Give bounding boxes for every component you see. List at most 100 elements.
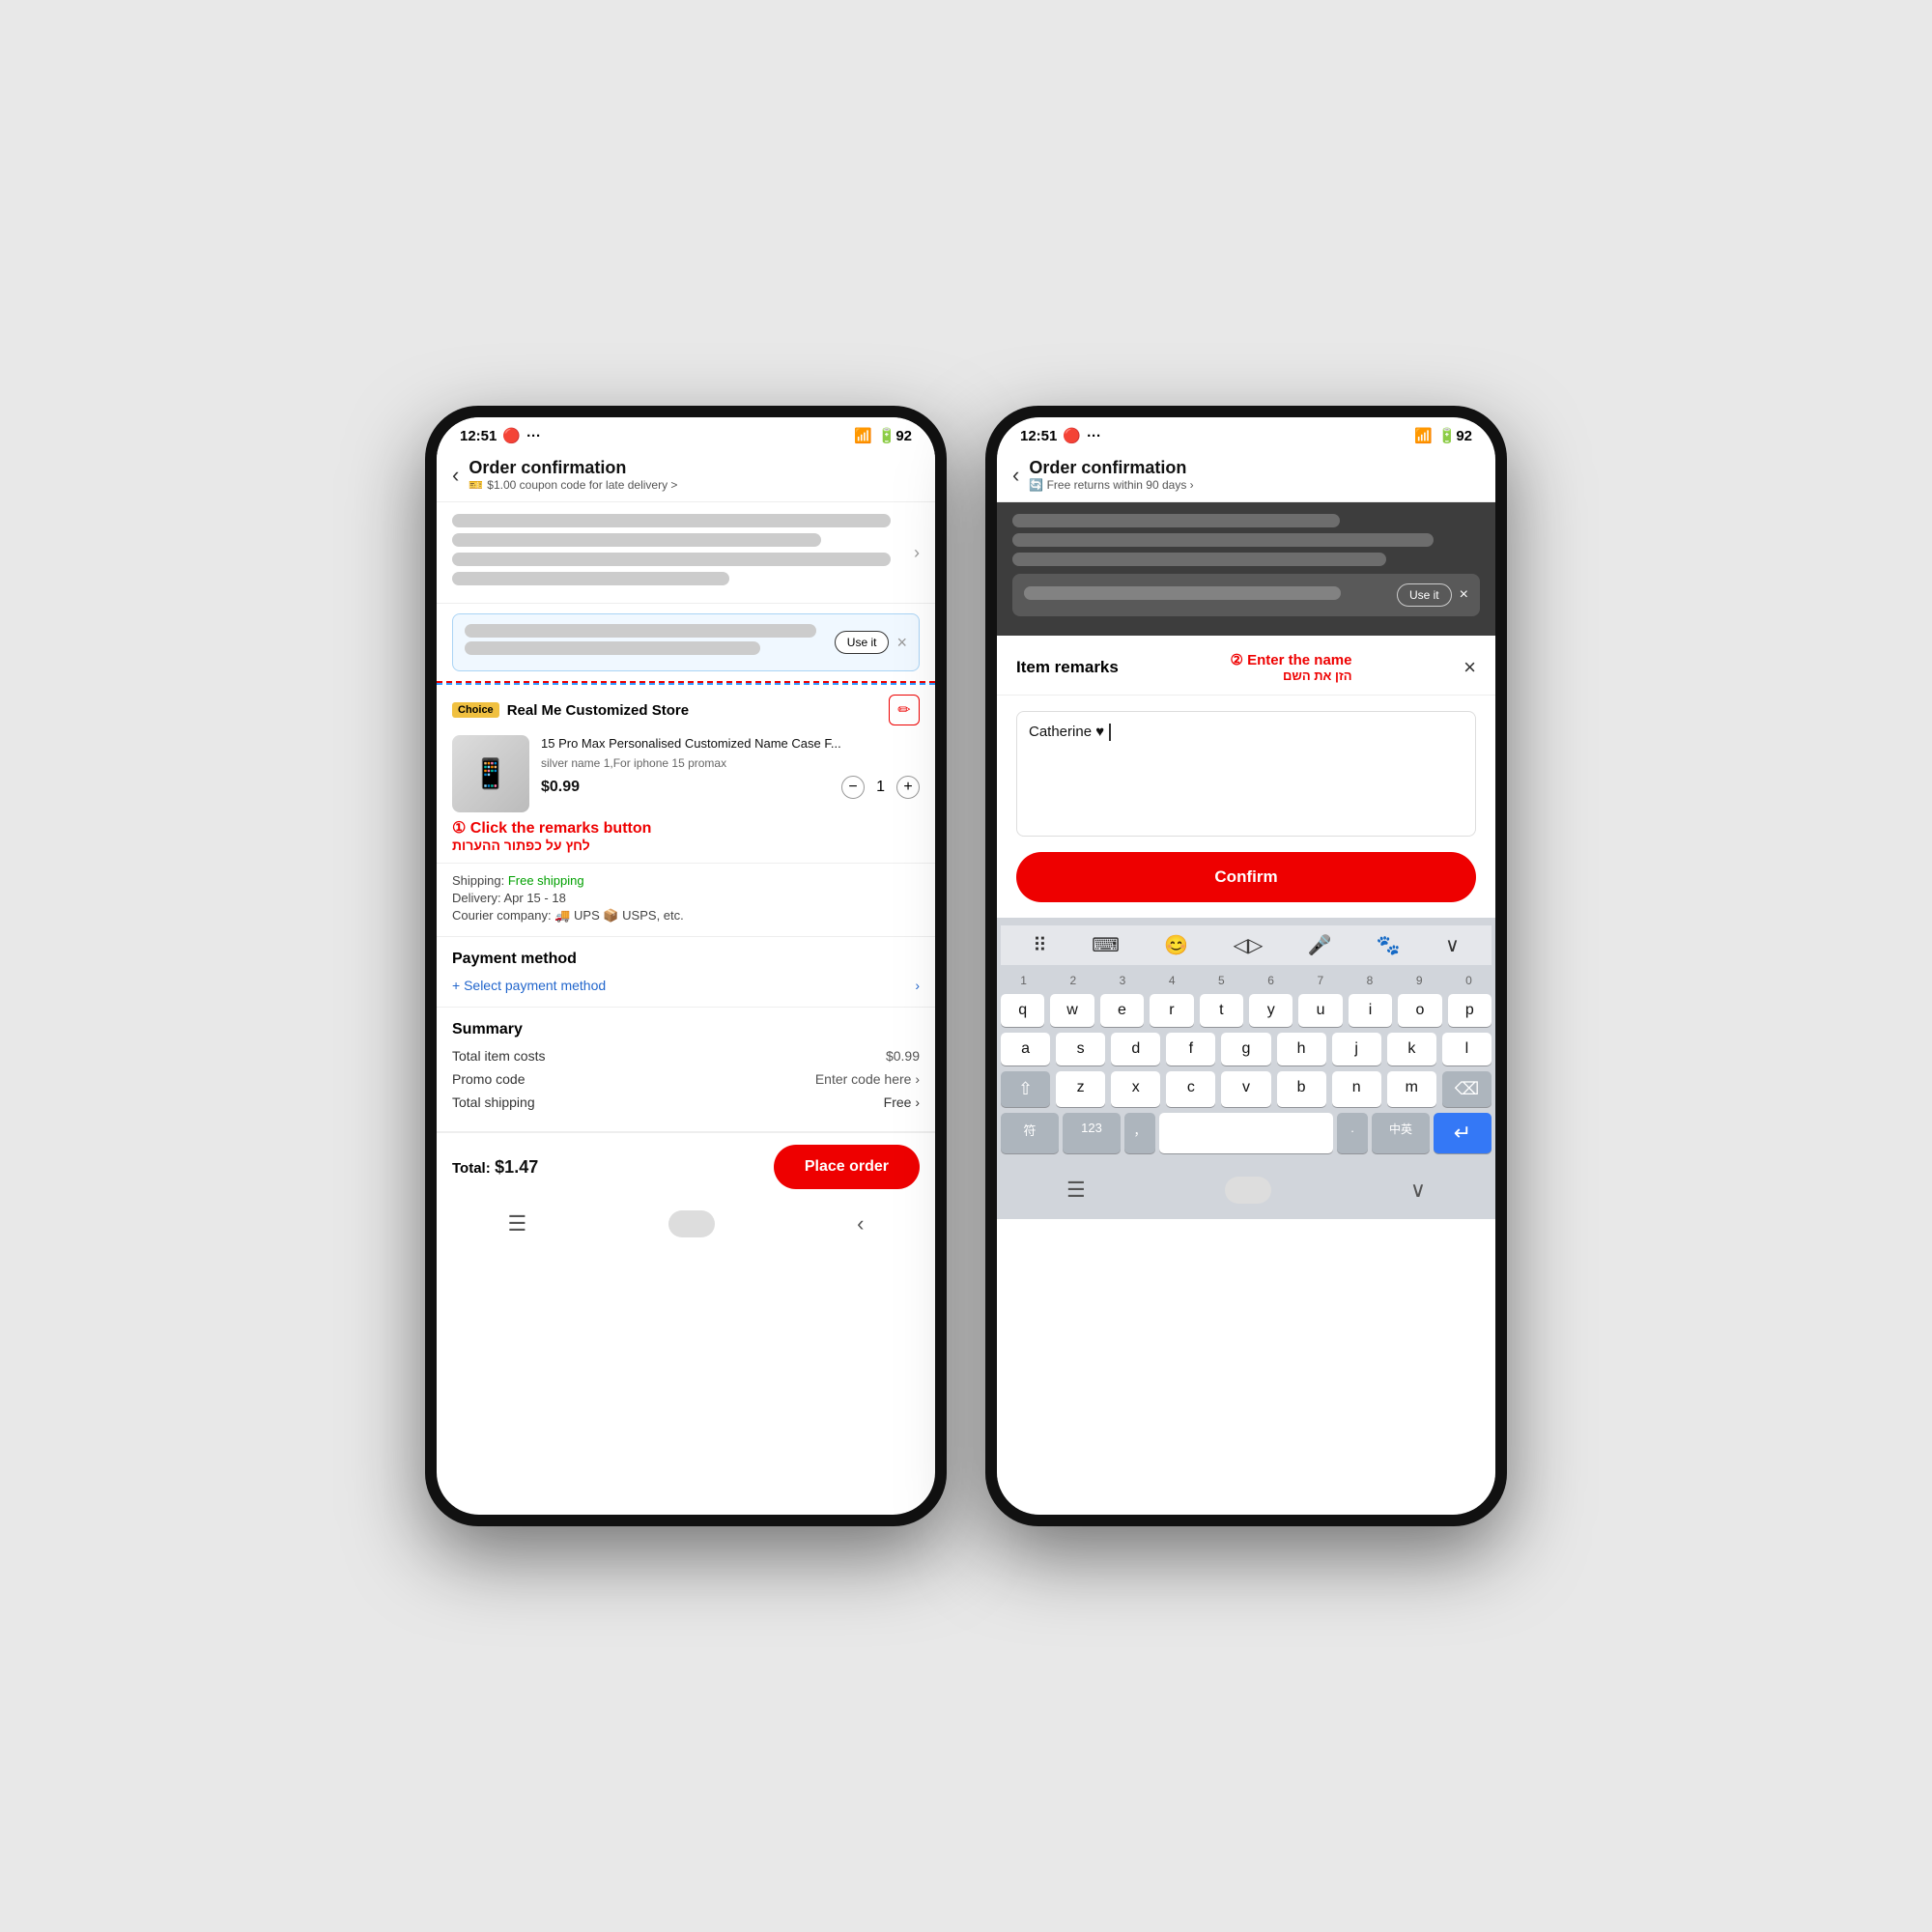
kb-enter[interactable]: ↵ bbox=[1434, 1113, 1492, 1153]
status-bar-right: 12:51 🔴 ··· 📶 🔋92 bbox=[997, 417, 1495, 450]
confirm-button[interactable]: Confirm bbox=[1016, 852, 1476, 902]
kb-num-0[interactable]: 0 bbox=[1446, 971, 1492, 990]
kb-backspace[interactable]: ⌫ bbox=[1442, 1071, 1492, 1107]
kb-num-3[interactable]: 3 bbox=[1099, 971, 1145, 990]
summary-val-1: Enter code here › bbox=[815, 1071, 920, 1087]
select-payment-row[interactable]: + Select payment method › bbox=[452, 978, 920, 993]
kb-z[interactable]: z bbox=[1056, 1071, 1105, 1107]
address-chevron[interactable]: › bbox=[914, 543, 920, 563]
summary-val-2: Free › bbox=[884, 1094, 920, 1110]
time-right: 12:51 bbox=[1020, 428, 1057, 444]
kb-n[interactable]: n bbox=[1332, 1071, 1381, 1107]
kb-num-4[interactable]: 4 bbox=[1150, 971, 1195, 990]
kb-toolbar-keyboard[interactable]: ⌨ bbox=[1086, 931, 1125, 959]
kb-m[interactable]: m bbox=[1387, 1071, 1436, 1107]
kb-lang-switch[interactable]: 中英 bbox=[1372, 1113, 1430, 1153]
kb-e[interactable]: e bbox=[1100, 994, 1144, 1027]
battery-left: 🔋92 bbox=[878, 427, 912, 444]
kb-v[interactable]: v bbox=[1221, 1071, 1270, 1107]
kb-r[interactable]: r bbox=[1150, 994, 1193, 1027]
remarks-close-button[interactable]: × bbox=[1463, 655, 1476, 680]
kb-comma[interactable]: ， bbox=[1124, 1113, 1155, 1153]
instruction-2-hebrew: הזן את השם bbox=[1231, 668, 1352, 683]
kb-x[interactable]: x bbox=[1111, 1071, 1160, 1107]
kb-l[interactable]: l bbox=[1442, 1033, 1492, 1065]
kb-toolbar-collapse[interactable]: ∨ bbox=[1439, 931, 1465, 959]
kb-p[interactable]: p bbox=[1448, 994, 1492, 1027]
kb-toolbar-mic[interactable]: 🎤 bbox=[1302, 931, 1338, 959]
kb-o[interactable]: o bbox=[1398, 994, 1441, 1027]
back-button-right[interactable]: ‹ bbox=[1012, 463, 1019, 488]
kb-t[interactable]: t bbox=[1200, 994, 1243, 1027]
store-header: Choice Real Me Customized Store ✏ bbox=[452, 695, 920, 725]
kb-q[interactable]: q bbox=[1001, 994, 1044, 1027]
product-price: $0.99 bbox=[541, 779, 580, 796]
summary-title: Summary bbox=[452, 1021, 920, 1038]
kb-k[interactable]: k bbox=[1387, 1033, 1436, 1065]
time-left: 12:51 bbox=[460, 428, 497, 444]
coupon-close-icon[interactable]: × bbox=[896, 633, 907, 653]
kb-j[interactable]: j bbox=[1332, 1033, 1381, 1065]
remarks-modal-title: Item remarks bbox=[1016, 658, 1119, 677]
select-payment-label: + Select payment method bbox=[452, 978, 606, 993]
kb-num-9[interactable]: 9 bbox=[1397, 971, 1442, 990]
kb-b[interactable]: b bbox=[1277, 1071, 1326, 1107]
bottom-bar-left: Total: $1.47 Place order bbox=[437, 1132, 935, 1201]
remarks-input[interactable]: Catherine ♥ bbox=[1016, 711, 1476, 837]
address-row: › bbox=[452, 514, 920, 591]
kb-num-6[interactable]: 6 bbox=[1248, 971, 1293, 990]
nav-back-right[interactable]: ∨ bbox=[1410, 1178, 1426, 1203]
place-order-button[interactable]: Place order bbox=[774, 1145, 920, 1189]
kb-special-chars[interactable]: 符 bbox=[1001, 1113, 1059, 1153]
left-screen: 12:51 🔴 ··· 📶 🔋92 ‹ Order confirmation 🎫… bbox=[437, 417, 935, 1515]
summary-row-2[interactable]: Total shipping Free › bbox=[452, 1094, 920, 1110]
kb-a[interactable]: a bbox=[1001, 1033, 1050, 1065]
kb-c[interactable]: c bbox=[1166, 1071, 1215, 1107]
product-row: 📱 15 Pro Max Personalised Customized Nam… bbox=[452, 735, 920, 812]
kb-space[interactable] bbox=[1159, 1113, 1333, 1153]
remarks-modal: Item remarks ② Enter the name הזן את השם… bbox=[997, 636, 1495, 1515]
dark-overlay: Use it × bbox=[997, 502, 1495, 636]
qty-increase[interactable]: + bbox=[896, 776, 920, 799]
kb-num-1[interactable]: 1 bbox=[1001, 971, 1046, 990]
kb-shift[interactable]: ⇧ bbox=[1001, 1071, 1050, 1107]
summary-label-0: Total item costs bbox=[452, 1048, 545, 1064]
coupon-sub-left[interactable]: 🎫 $1.00 coupon code for late delivery > bbox=[469, 478, 920, 492]
use-it-button[interactable]: Use it bbox=[835, 631, 890, 654]
kb-u[interactable]: u bbox=[1298, 994, 1342, 1027]
status-right-right: 📶 🔋92 bbox=[1414, 427, 1472, 444]
kb-w[interactable]: w bbox=[1050, 994, 1094, 1027]
kb-toolbar-cursor[interactable]: ◁▷ bbox=[1228, 931, 1269, 959]
back-button-left[interactable]: ‹ bbox=[452, 463, 459, 488]
kb-toolbar-special[interactable]: 🐾 bbox=[1371, 931, 1406, 959]
kb-g[interactable]: g bbox=[1221, 1033, 1270, 1065]
wifi-icon-left: 📶 bbox=[854, 427, 872, 444]
status-left: 12:51 🔴 ··· bbox=[460, 427, 541, 444]
kb-h[interactable]: h bbox=[1277, 1033, 1326, 1065]
nav-menu-right[interactable]: ☰ bbox=[1066, 1178, 1086, 1203]
header-right: ‹ Order confirmation 🔄 Free returns with… bbox=[997, 450, 1495, 502]
kb-num-5[interactable]: 5 bbox=[1199, 971, 1244, 990]
edit-remarks-button[interactable]: ✏ bbox=[889, 695, 920, 725]
kb-i[interactable]: i bbox=[1349, 994, 1392, 1027]
kb-period[interactable]: . bbox=[1337, 1113, 1368, 1153]
summary-label-2: Total shipping bbox=[452, 1094, 535, 1110]
nav-back-left[interactable]: ‹ bbox=[857, 1211, 864, 1236]
kb-toolbar-grid[interactable]: ⠿ bbox=[1027, 931, 1053, 959]
kb-toolbar-emoji[interactable]: 😊 bbox=[1158, 931, 1194, 959]
kb-num-8[interactable]: 8 bbox=[1347, 971, 1392, 990]
kb-f[interactable]: f bbox=[1166, 1033, 1215, 1065]
nav-home-right[interactable] bbox=[1225, 1177, 1271, 1204]
kb-num-7[interactable]: 7 bbox=[1297, 971, 1343, 990]
kb-d[interactable]: d bbox=[1111, 1033, 1160, 1065]
nav-home-left[interactable] bbox=[668, 1210, 715, 1237]
kb-num-2[interactable]: 2 bbox=[1050, 971, 1095, 990]
nav-menu-left[interactable]: ☰ bbox=[507, 1211, 526, 1236]
wifi-icon-right: 📶 bbox=[1414, 427, 1433, 444]
kb-s[interactable]: s bbox=[1056, 1033, 1105, 1065]
qty-decrease[interactable]: − bbox=[841, 776, 865, 799]
kb-y[interactable]: y bbox=[1249, 994, 1293, 1027]
kb-123[interactable]: 123 bbox=[1063, 1113, 1121, 1153]
kb-row-bottom: 符 123 ， . 中英 ↵ bbox=[1001, 1113, 1492, 1153]
summary-row-1[interactable]: Promo code Enter code here › bbox=[452, 1071, 920, 1087]
